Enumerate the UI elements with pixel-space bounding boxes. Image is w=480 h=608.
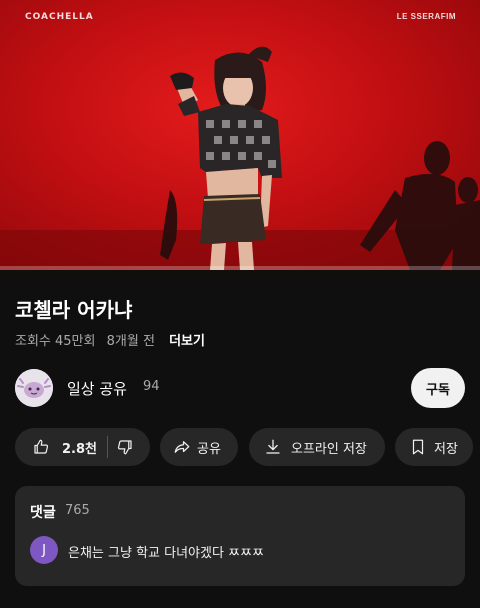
video-watermark-right: LE SSERAFIM (396, 12, 456, 21)
comments-section[interactable]: 댓글 765 J 은채는 그냥 학교 다녀야겠다 ㅉㅉㅉ (15, 486, 465, 586)
subscribe-button[interactable]: 구독 (411, 368, 465, 408)
video-player[interactable]: COACHELLA LE SSERAFIM (0, 0, 480, 270)
view-count: 조회수 45만회 (15, 334, 96, 349)
thumbs-up-icon (34, 439, 49, 454)
video-meta[interactable]: 조회수 45만회 8개월 전 더보기 (15, 330, 212, 349)
like-divider (107, 436, 108, 458)
upload-age: 8개월 전 (106, 334, 155, 349)
like-dislike-chip: 2.8천 (15, 428, 150, 466)
save-button[interactable]: 저장 (395, 428, 473, 466)
save-label: 저장 (434, 441, 458, 457)
subscriber-count: 94 (143, 379, 160, 394)
bookmark-icon (412, 439, 424, 455)
channel-avatar[interactable] (15, 369, 53, 407)
video-progress-bar[interactable] (0, 266, 480, 270)
more-button[interactable]: 더보기 (169, 334, 205, 349)
comments-heading: 댓글 (30, 505, 56, 521)
comment-avatar: J (30, 536, 58, 564)
dislike-button[interactable] (116, 438, 134, 456)
like-button[interactable]: 2.8천 (32, 438, 97, 457)
download-icon (266, 439, 280, 454)
video-title: 코첼라 어카냐 (15, 298, 133, 322)
offline-save-label: 오프라인 저장 (291, 441, 367, 457)
video-watermark-left: COACHELLA (25, 12, 94, 22)
video-frame (0, 46, 480, 270)
channel-name[interactable]: 일상 공유 (67, 378, 127, 399)
top-comment-text: 은채는 그냥 학교 다녀야겠다 ㅉㅉㅉ (68, 546, 264, 561)
share-button[interactable]: 공유 (160, 428, 238, 466)
like-count: 2.8천 (62, 441, 97, 457)
thumbs-down-icon (117, 440, 132, 455)
share-label: 공유 (197, 441, 221, 457)
comments-count: 765 (65, 503, 90, 518)
axolotl-icon (15, 369, 53, 407)
share-icon (174, 441, 190, 453)
offline-save-button[interactable]: 오프라인 저장 (249, 428, 385, 466)
